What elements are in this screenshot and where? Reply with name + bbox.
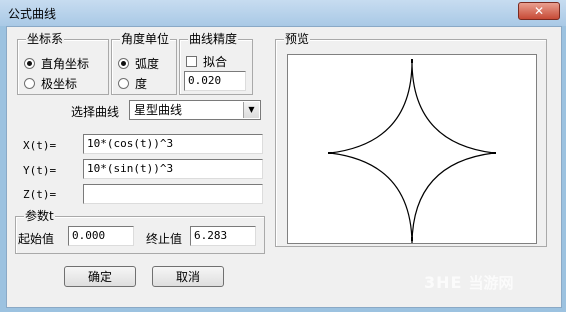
angle-unit-group: 角度单位 弧度 度 <box>111 32 177 95</box>
parameter-t-legend: 参数t <box>24 209 55 223</box>
chevron-down-icon[interactable]: ▼ <box>243 102 259 118</box>
watermark-text: 当游网 <box>468 274 514 292</box>
ok-button-label: 确定 <box>87 270 112 284</box>
x-equation-input[interactable]: 10*(cos(t))^3 <box>83 134 263 154</box>
cancel-button[interactable]: 取消 <box>152 266 224 287</box>
cancel-button-label: 取消 <box>175 270 200 284</box>
parameter-t-group: 参数t 起始值 0.000 终止值 6.283 <box>15 209 265 254</box>
y-equation-label: Y(t)= <box>23 164 57 177</box>
close-icon: ✕ <box>533 4 545 18</box>
radio-indicator[interactable] <box>118 78 129 89</box>
title-bar[interactable]: 公式曲线 ✕ <box>0 0 566 26</box>
end-value-label: 终止值 <box>146 232 183 246</box>
start-value-input[interactable]: 0.000 <box>68 226 134 246</box>
x-equation-label: X(t)= <box>23 139 57 152</box>
watermark: 3HE 当游网 <box>424 272 513 293</box>
radio-cartesian-label: 直角坐标 <box>41 57 90 71</box>
watermark-logo: 3HE <box>424 273 463 292</box>
window-title: 公式曲线 <box>8 7 57 21</box>
radio-degree[interactable]: 度 <box>118 75 147 92</box>
angle-unit-legend: 角度单位 <box>120 32 171 46</box>
astroid-path <box>329 60 495 246</box>
astroid-curve <box>328 59 496 246</box>
curve-dropdown[interactable]: 星型曲线 ▼ <box>129 100 261 120</box>
radio-radian[interactable]: 弧度 <box>118 55 159 72</box>
radio-indicator[interactable] <box>24 78 35 89</box>
radio-polar-label: 极坐标 <box>41 77 78 91</box>
curve-precision-group: 曲线精度 拟合 0.020 <box>179 32 253 95</box>
curve-dropdown-value: 星型曲线 <box>134 103 183 117</box>
radio-polar[interactable]: 极坐标 <box>24 75 77 92</box>
fit-checkbox[interactable]: 拟合 <box>186 53 227 70</box>
preview-legend: 预览 <box>284 32 311 46</box>
precision-input[interactable]: 0.020 <box>184 71 246 91</box>
curve-precision-legend: 曲线精度 <box>188 32 239 46</box>
z-equation-input[interactable] <box>83 184 263 204</box>
end-value-input[interactable]: 6.283 <box>190 226 256 246</box>
radio-indicator-selected[interactable] <box>24 58 35 69</box>
preview-canvas <box>287 54 537 246</box>
coordinate-system-group: 坐标系 直角坐标 极坐标 <box>17 32 109 95</box>
fit-checkbox-label: 拟合 <box>203 55 228 69</box>
select-curve-label: 选择曲线 <box>71 105 120 119</box>
z-equation-label: Z(t)= <box>23 188 57 201</box>
coordinate-system-legend: 坐标系 <box>26 32 65 46</box>
dialog-body: 坐标系 直角坐标 极坐标 角度单位 弧度 度 曲线精度 拟合 0.020 选择曲… <box>6 26 562 308</box>
radio-cartesian[interactable]: 直角坐标 <box>24 55 89 72</box>
start-value-label: 起始值 <box>18 232 55 246</box>
y-equation-input[interactable]: 10*(sin(t))^3 <box>83 159 263 179</box>
preview-group: 预览 <box>275 32 547 247</box>
ok-button[interactable]: 确定 <box>64 266 136 287</box>
radio-indicator-selected[interactable] <box>118 58 129 69</box>
radio-degree-label: 度 <box>135 77 148 91</box>
radio-radian-label: 弧度 <box>135 57 160 71</box>
checkbox-box[interactable] <box>186 56 197 67</box>
close-button[interactable]: ✕ <box>518 2 560 20</box>
